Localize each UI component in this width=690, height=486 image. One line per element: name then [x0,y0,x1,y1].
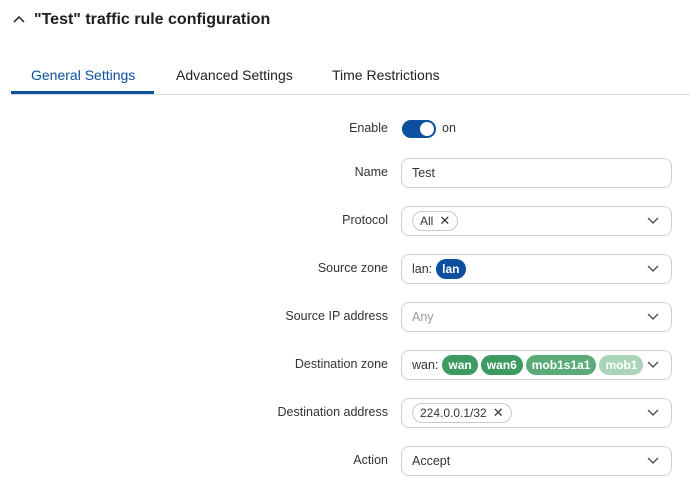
action-value: Accept [412,454,451,468]
source-ip-label: Source IP address [285,309,388,323]
name-label: Name [354,165,388,179]
name-value: Test [412,166,435,180]
enable-toggle[interactable] [402,120,436,138]
source-zone-chip: lan [436,259,466,279]
chevron-up-icon[interactable] [12,13,26,27]
chevron-down-icon[interactable] [647,313,659,321]
action-select[interactable]: Accept [401,446,672,476]
source-ip-placeholder: Any [412,310,434,324]
enable-state-text: on [442,121,456,135]
destination-zone-chip: mob1s1a1 [525,355,597,375]
chevron-down-icon[interactable] [647,217,659,225]
action-row: Action Accept [0,446,690,476]
action-label: Action [353,453,388,467]
page-title: "Test" traffic rule configuration [34,11,271,28]
tab-bar: General Settings Advanced Settings Time … [11,60,690,95]
chevron-down-icon[interactable] [647,361,659,369]
name-field[interactable]: Test [401,158,672,188]
close-icon[interactable]: ✕ [439,213,450,229]
destination-zone-chip: mob1 [599,355,644,375]
protocol-chip: All ✕ [412,211,459,231]
destination-zone-prefix: wan: [412,358,439,372]
tab-advanced-settings[interactable]: Advanced Settings [154,60,312,94]
protocol-label: Protocol [342,213,388,227]
protocol-select[interactable]: All ✕ [401,206,672,236]
name-row: Name Test [0,158,690,188]
destination-zone-row: Destination zone wan: wan wan6 mob1s1a1 … [0,350,690,380]
destination-zone-label: Destination zone [294,357,388,371]
source-zone-prefix: lan: [412,262,433,276]
chevron-down-icon[interactable] [647,265,659,273]
section-header[interactable]: "Test" traffic rule configuration [12,8,270,32]
enable-row: Enable on [0,114,690,144]
enable-label: Enable [349,121,388,135]
chevron-down-icon[interactable] [647,409,659,417]
source-zone-select[interactable]: lan: lan [401,254,672,284]
chevron-down-icon[interactable] [647,457,659,465]
protocol-chip-label: All [420,214,434,228]
protocol-row: Protocol All ✕ [0,206,690,236]
source-ip-row: Source IP address Any [0,302,690,332]
close-icon[interactable]: ✕ [493,405,504,421]
tab-time-restrictions[interactable]: Time Restrictions [312,60,452,94]
destination-zone-chip: wan6 [480,355,523,375]
destination-address-select[interactable]: 224.0.0.1/32 ✕ [401,398,672,428]
toggle-knob [420,122,434,136]
destination-zone-chip: wan [442,355,478,375]
source-zone-row: Source zone lan: lan [0,254,690,284]
source-zone-label: Source zone [317,261,388,275]
tab-general-settings[interactable]: General Settings [11,60,154,94]
destination-address-label: Destination address [277,405,388,419]
source-ip-select[interactable]: Any [401,302,672,332]
destination-address-row: Destination address 224.0.0.1/32 ✕ [0,398,690,428]
destination-address-chip-label: 224.0.0.1/32 [420,406,487,420]
destination-zone-select[interactable]: wan: wan wan6 mob1s1a1 mob1 [401,350,672,380]
destination-address-chip: 224.0.0.1/32 ✕ [412,403,512,423]
